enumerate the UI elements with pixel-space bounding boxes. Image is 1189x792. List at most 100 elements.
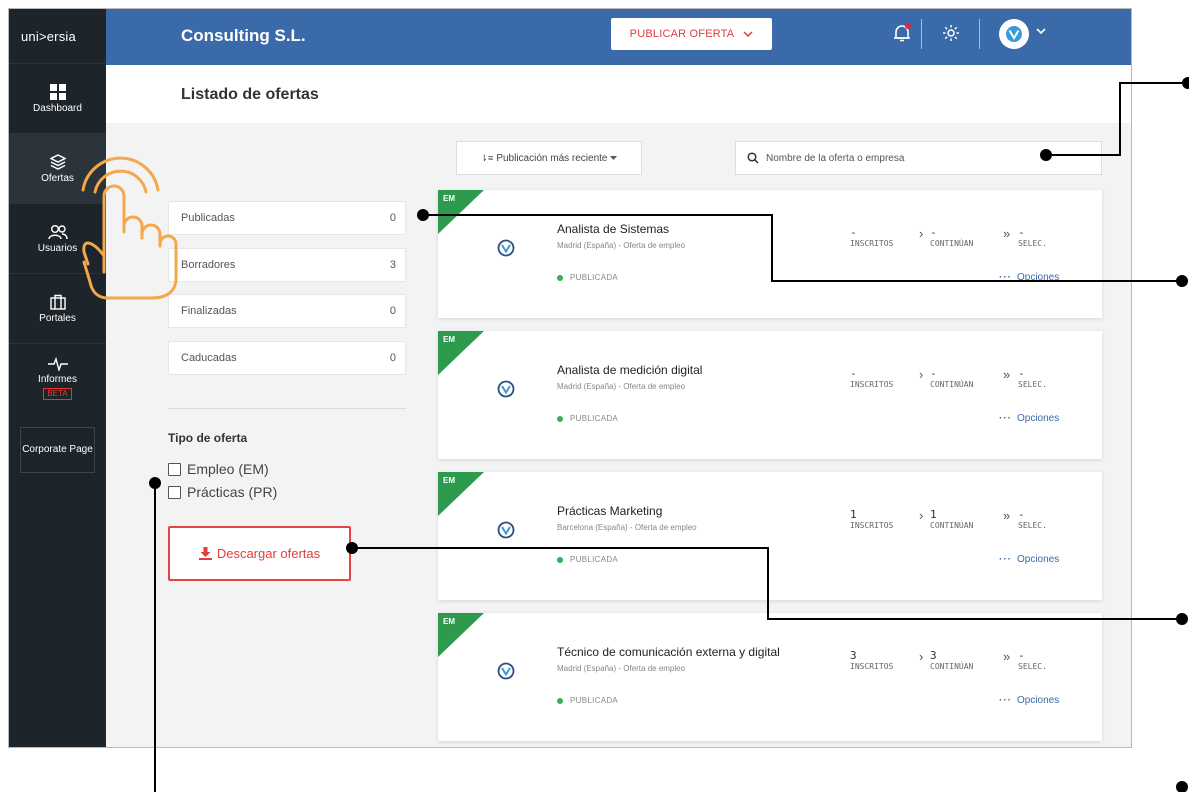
status-text: PUBLICADA bbox=[570, 555, 619, 564]
status-dot bbox=[557, 697, 563, 704]
double-chevron-right-icon: » bbox=[1003, 649, 1011, 664]
search-icon bbox=[747, 152, 759, 164]
filter-caducadas[interactable]: Caducadas 0 bbox=[168, 341, 406, 375]
sidebar-item-dashboard[interactable]: Dashboard bbox=[9, 63, 106, 133]
offer-status: PUBLICADA bbox=[557, 696, 618, 705]
filter-label: Publicadas bbox=[181, 212, 235, 224]
filter-count: 0 bbox=[389, 305, 396, 317]
offer-type-tag: EM bbox=[443, 194, 455, 203]
filter-count: 0 bbox=[389, 352, 396, 364]
stat-inscritos: 1 INSCRITOS bbox=[850, 508, 894, 530]
status-dot bbox=[557, 556, 563, 563]
topbar-divider bbox=[921, 19, 922, 49]
publish-offer-button[interactable]: PUBLICAR OFERTA bbox=[611, 18, 772, 50]
filter-label: Finalizadas bbox=[181, 305, 237, 317]
filter-count: 0 bbox=[389, 212, 396, 224]
offer-location: Barcelona (España) - Oferta de empleo bbox=[557, 523, 697, 532]
offer-status: PUBLICADA bbox=[557, 273, 618, 282]
avatar[interactable] bbox=[999, 19, 1029, 49]
beta-badge: BETA bbox=[43, 388, 72, 400]
topbar: Consulting S.L. PUBLICAR OFERTA bbox=[106, 9, 1131, 65]
offer-title[interactable]: Analista de medición digital bbox=[557, 363, 702, 377]
checkbox-box[interactable] bbox=[168, 485, 181, 499]
filter-publicadas[interactable]: Publicadas 0 bbox=[168, 201, 406, 235]
checkbox-empleo[interactable]: Empleo (EM) bbox=[168, 461, 269, 477]
page-title: Listado de ofertas bbox=[181, 86, 319, 103]
filter-borradores[interactable]: Borradores 3 bbox=[168, 248, 406, 282]
briefcase-icon bbox=[49, 294, 66, 310]
checkbox-box[interactable] bbox=[168, 462, 181, 476]
more-icon: ··· bbox=[999, 272, 1012, 283]
stat-continuan: - CONTINÚAN bbox=[930, 367, 974, 389]
offer-title[interactable]: Analista de Sistemas bbox=[557, 222, 669, 236]
status-dot bbox=[557, 274, 563, 281]
status-dot bbox=[557, 415, 563, 422]
filter-label: Borradores bbox=[181, 259, 236, 271]
sidebar-item-ofertas[interactable]: Ofertas bbox=[9, 133, 106, 203]
stat-continuan: - CONTINÚAN bbox=[930, 226, 974, 248]
offer-title[interactable]: Prácticas Marketing bbox=[557, 504, 662, 518]
options-menu-button[interactable]: ··· Opciones bbox=[999, 413, 1059, 424]
page-header: Listado de ofertas bbox=[106, 65, 1131, 123]
more-icon: ··· bbox=[999, 413, 1012, 424]
topbar-divider bbox=[979, 19, 980, 49]
users-icon bbox=[47, 224, 68, 239]
corporate-page-button[interactable]: Corporate Page bbox=[20, 427, 95, 473]
chevron-right-icon: › bbox=[919, 226, 924, 241]
company-logo-icon bbox=[1006, 26, 1022, 42]
options-menu-button[interactable]: ··· Opciones bbox=[999, 554, 1059, 565]
offer-location: Madrid (España) - Oferta de empleo bbox=[557, 241, 686, 250]
options-menu-button[interactable]: ··· Opciones bbox=[999, 695, 1059, 706]
stat-selec: - SELEC. bbox=[1018, 367, 1047, 389]
stat-continuan: 3 CONTINÚAN bbox=[930, 649, 974, 671]
offer-type-tag: EM bbox=[443, 335, 455, 344]
brand-logo[interactable]: uni>ersia bbox=[9, 9, 106, 63]
stat-continuan: 1 CONTINÚAN bbox=[930, 508, 974, 530]
double-chevron-right-icon: » bbox=[1003, 508, 1011, 523]
sidebar-item-label: Informes bbox=[38, 374, 77, 385]
options-menu-button[interactable]: ··· Opciones bbox=[999, 272, 1059, 283]
more-icon: ··· bbox=[999, 695, 1012, 706]
download-offers-button[interactable]: Descargar ofertas bbox=[168, 526, 351, 581]
offer-type-tag: EM bbox=[443, 476, 455, 485]
stat-inscritos: - INSCRITOS bbox=[850, 226, 894, 248]
callout-dot bbox=[1182, 77, 1189, 89]
sort-dropdown[interactable]: ⇂≡ Publicación más reciente bbox=[456, 141, 642, 175]
checkbox-label: Prácticas (PR) bbox=[187, 484, 278, 500]
status-text: PUBLICADA bbox=[570, 696, 619, 705]
sort-icon: ⇂≡ bbox=[480, 152, 494, 163]
filter-finalizadas[interactable]: Finalizadas 0 bbox=[168, 294, 406, 328]
sidebar-item-usuarios[interactable]: Usuarios bbox=[9, 203, 106, 273]
offer-status: PUBLICADA bbox=[557, 414, 618, 423]
notification-bell-icon[interactable] bbox=[892, 23, 912, 43]
offer-card[interactable]: EM Analista de Sistemas Madrid (España) … bbox=[438, 190, 1102, 318]
company-logo-icon bbox=[497, 380, 515, 398]
chevron-down-icon bbox=[743, 31, 753, 37]
offer-location: Madrid (España) - Oferta de empleo bbox=[557, 664, 686, 673]
checkbox-label: Empleo (EM) bbox=[187, 461, 269, 477]
checkbox-practicas[interactable]: Prácticas (PR) bbox=[168, 484, 277, 500]
sidebar-item-label: Ofertas bbox=[41, 172, 74, 184]
sort-label: Publicación más reciente bbox=[496, 152, 608, 164]
chevron-right-icon: › bbox=[919, 649, 924, 664]
sidebar-item-portales[interactable]: Portales bbox=[9, 273, 106, 343]
gear-icon[interactable] bbox=[942, 24, 960, 42]
offer-title[interactable]: Técnico de comunicación externa y digita… bbox=[557, 645, 780, 659]
offer-card[interactable]: EM Prácticas Marketing Barcelona (España… bbox=[438, 472, 1102, 600]
offer-type-heading: Tipo de oferta bbox=[168, 431, 248, 445]
sidebar-item-label: Usuarios bbox=[37, 242, 78, 254]
sidebar-item-informes[interactable]: Informes BETA bbox=[9, 343, 106, 413]
search-placeholder: Nombre de la oferta o empresa bbox=[766, 152, 905, 164]
company-name: Consulting S.L. bbox=[181, 26, 306, 45]
filter-count: 3 bbox=[389, 259, 396, 271]
filter-divider bbox=[168, 408, 406, 409]
offer-card[interactable]: EM Técnico de comunicación externa y dig… bbox=[438, 613, 1102, 741]
offer-card[interactable]: EM Analista de medición digital Madrid (… bbox=[438, 331, 1102, 459]
offer-status: PUBLICADA bbox=[557, 555, 618, 564]
company-logo-icon bbox=[497, 662, 515, 680]
search-input[interactable]: Nombre de la oferta o empresa bbox=[735, 141, 1102, 175]
chevron-down-icon[interactable] bbox=[1036, 28, 1046, 34]
stat-selec: - SELEC. bbox=[1018, 649, 1047, 671]
sidebar-item-label: Dashboard bbox=[33, 102, 82, 114]
download-label: Descargar ofertas bbox=[216, 546, 321, 561]
